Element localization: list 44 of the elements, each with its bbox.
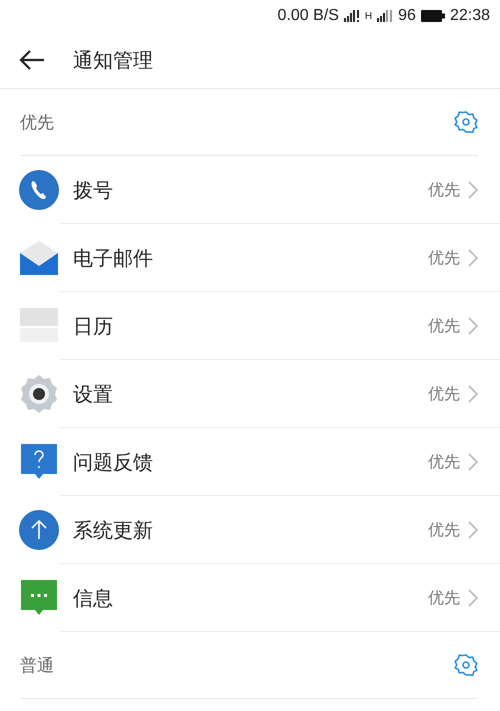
chevron-right-icon [468, 521, 478, 539]
app-name: 电子邮件 [73, 244, 154, 272]
chevron-right-icon [468, 181, 478, 199]
priority-label: 优先 [428, 248, 460, 268]
app-row[interactable]: 问题反馈 优先 [0, 428, 500, 496]
app-name: 系统更新 [73, 516, 154, 544]
priority-label: 优先 [428, 452, 460, 472]
app-row[interactable]: 拨号 优先 [0, 156, 500, 224]
app-row[interactable]: 设置 优先 [0, 360, 500, 428]
app-name: 拨号 [73, 176, 114, 204]
chevron-right-icon [468, 317, 478, 335]
mail-icon [19, 238, 59, 278]
battery-level: 96 [398, 7, 416, 25]
app-name: 日历 [73, 312, 114, 340]
app-name: 问题反馈 [73, 448, 154, 476]
settings-icon[interactable] [454, 653, 478, 677]
page-title: 通知管理 [73, 46, 153, 74]
network-type: H [364, 10, 372, 22]
app-row[interactable]: 日历 优先 [0, 292, 500, 360]
section-title: 优先 [20, 112, 54, 134]
app-row[interactable]: 信息 优先 [0, 564, 500, 632]
signal-icon [377, 10, 394, 22]
priority-label: 优先 [428, 520, 460, 540]
priority-label: 优先 [428, 316, 460, 336]
chevron-right-icon [468, 249, 478, 267]
app-row[interactable]: 电子邮件 优先 [0, 224, 500, 292]
phone-icon [19, 170, 59, 210]
network-speed: 0.00 B/S [278, 7, 339, 25]
app-row[interactable]: 系统更新 优先 [0, 496, 500, 564]
chevron-right-icon [468, 385, 478, 403]
app-name: 信息 [73, 584, 114, 612]
chevron-right-icon [468, 453, 478, 471]
signal-icon [344, 10, 360, 22]
back-arrow-icon[interactable] [19, 50, 45, 70]
battery-icon [420, 10, 445, 22]
gear-icon [19, 374, 59, 414]
app-name: 设置 [73, 380, 114, 408]
priority-label: 优先 [428, 588, 460, 608]
section-title: 普通 [20, 654, 54, 676]
clock: 22:38 [450, 7, 490, 25]
priority-label: 优先 [428, 384, 460, 404]
chevron-right-icon [468, 589, 478, 607]
settings-icon[interactable] [454, 110, 478, 134]
priority-label: 优先 [428, 180, 460, 200]
